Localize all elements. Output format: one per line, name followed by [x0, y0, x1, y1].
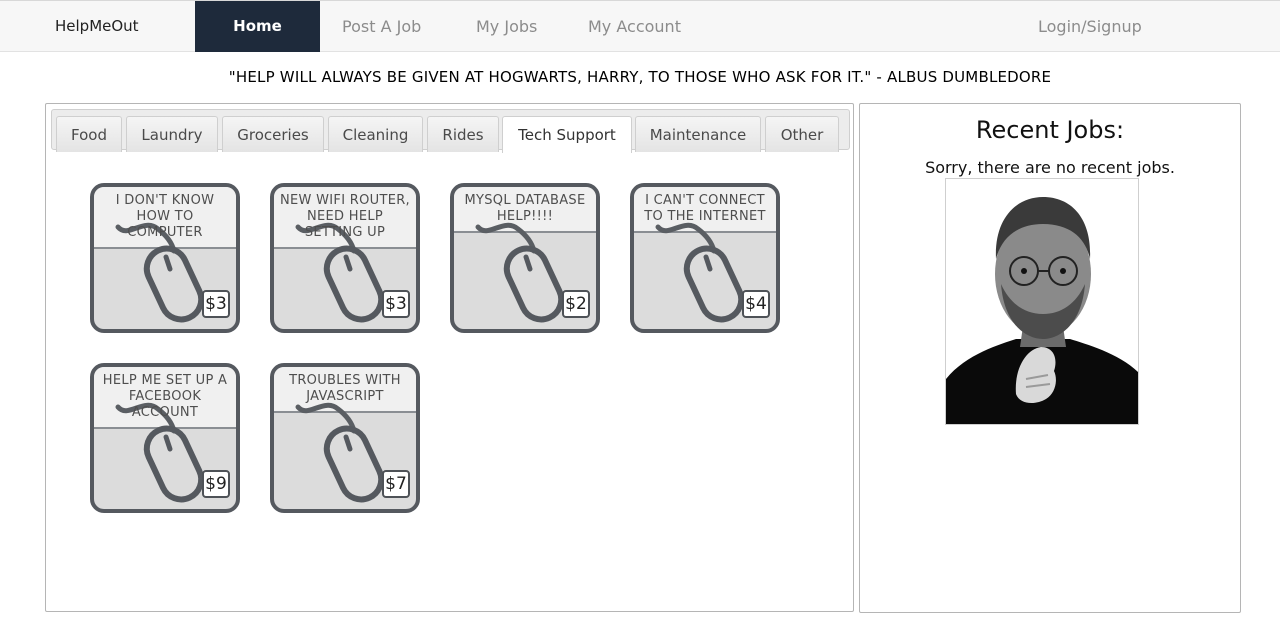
jobs-panel: Food Laundry Groceries Cleaning Rides Te…: [45, 103, 854, 612]
tab-groceries[interactable]: Groceries: [222, 116, 324, 152]
job-title: I DON'T KNOW HOW TO COMPUTER: [115, 193, 215, 240]
job-title: I CAN'T CONNECT TO THE INTERNET: [644, 193, 766, 224]
tab-other[interactable]: Other: [765, 116, 839, 152]
job-price: $2: [562, 290, 590, 318]
job-title: HELP ME SET UP A FACEBOOK ACCOUNT: [102, 373, 228, 420]
tab-food[interactable]: Food: [56, 116, 122, 152]
job-price: $7: [382, 470, 410, 498]
nav-post-a-job[interactable]: Post A Job: [342, 1, 421, 52]
portrait-photo: [945, 178, 1139, 425]
job-card[interactable]: I DON'T KNOW HOW TO COMPUTER $3: [90, 183, 240, 333]
job-price: $3: [382, 290, 410, 318]
job-card[interactable]: HELP ME SET UP A FACEBOOK ACCOUNT $9: [90, 363, 240, 513]
nav-my-jobs[interactable]: My Jobs: [476, 1, 537, 52]
job-title: TROUBLES WITH JAVASCRIPT: [289, 373, 401, 404]
job-price: $4: [742, 290, 770, 318]
job-title: MYSQL DATABASE HELP!!!!: [464, 193, 586, 224]
top-navbar: HelpMeOut Home Post A Job My Jobs My Acc…: [0, 0, 1280, 52]
brand-logo[interactable]: HelpMeOut: [55, 17, 139, 35]
nav-login-signup[interactable]: Login/Signup: [1038, 1, 1142, 52]
job-card[interactable]: NEW WIFI ROUTER, NEED HELP SETTING UP $3: [270, 183, 420, 333]
header-quote: "HELP WILL ALWAYS BE GIVEN AT HOGWARTS, …: [228, 68, 1052, 86]
job-price: $3: [202, 290, 230, 318]
recent-jobs-title: Recent Jobs:: [975, 116, 1125, 144]
job-card[interactable]: MYSQL DATABASE HELP!!!! $2: [450, 183, 600, 333]
tab-laundry[interactable]: Laundry: [126, 116, 218, 152]
job-card[interactable]: TROUBLES WITH JAVASCRIPT $7: [270, 363, 420, 513]
tab-tech-support[interactable]: Tech Support: [502, 116, 632, 153]
nav-home[interactable]: Home: [195, 1, 320, 52]
tab-maintenance[interactable]: Maintenance: [635, 116, 761, 152]
recent-jobs-message: Sorry, there are no recent jobs.: [925, 158, 1175, 177]
recent-jobs-panel: Recent Jobs: Sorry, there are no recent …: [859, 103, 1241, 613]
job-card[interactable]: I CAN'T CONNECT TO THE INTERNET $4: [630, 183, 780, 333]
job-price: $9: [202, 470, 230, 498]
tab-rides[interactable]: Rides: [427, 116, 499, 152]
category-tabs: Food Laundry Groceries Cleaning Rides Te…: [51, 109, 850, 153]
tab-cleaning[interactable]: Cleaning: [328, 116, 423, 152]
job-title: NEW WIFI ROUTER, NEED HELP SETTING UP: [280, 193, 410, 240]
nav-my-account[interactable]: My Account: [588, 1, 681, 52]
